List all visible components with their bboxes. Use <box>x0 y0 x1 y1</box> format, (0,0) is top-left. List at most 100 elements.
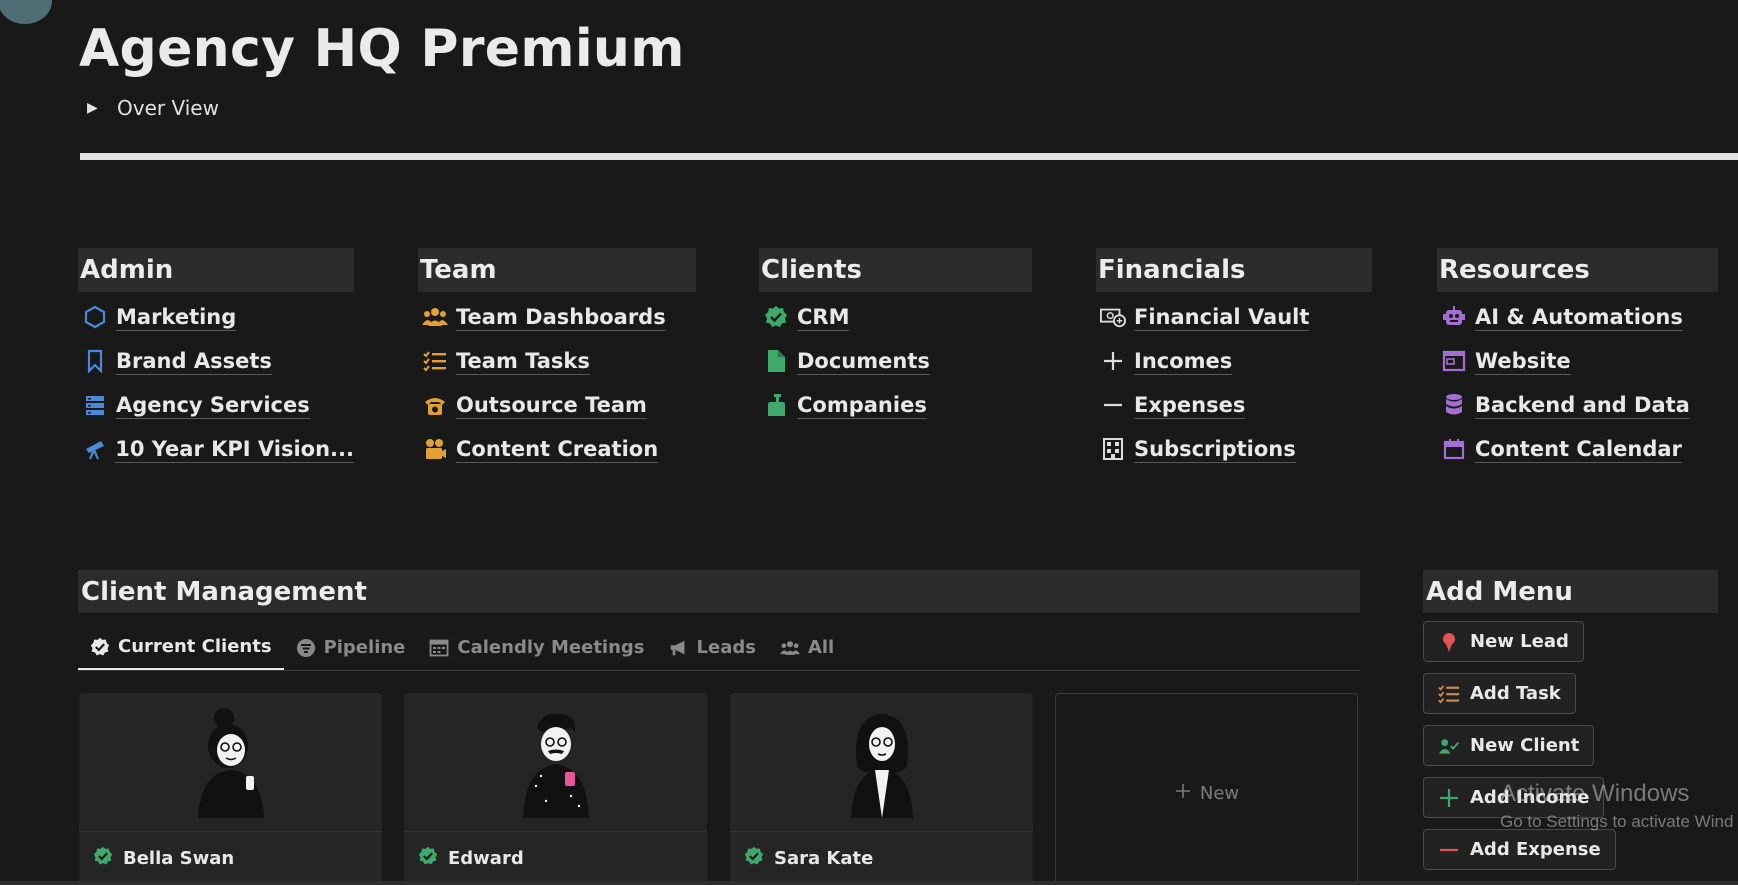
link-agency-services[interactable]: Agency Services <box>78 383 354 427</box>
link-outsource-team[interactable]: Outsource Team <box>418 383 696 427</box>
client-illustration <box>404 693 707 832</box>
telescope-icon <box>82 436 107 462</box>
link-website[interactable]: Website <box>1437 339 1718 383</box>
add-task-button[interactable]: Add Task <box>1423 673 1576 714</box>
link-label: Subscriptions <box>1134 436 1296 463</box>
telephone-icon <box>422 392 448 418</box>
link-kpi-vision[interactable]: 10 Year KPI Vision... <box>78 427 354 471</box>
link-crm[interactable]: CRM <box>759 295 1032 339</box>
user-pin-icon <box>1438 631 1460 653</box>
overview-toggle[interactable]: ▶ Over View <box>87 96 219 120</box>
people-group-icon <box>779 638 800 658</box>
client-view-tabs: Current Clients Pipeline Calendly Meetin… <box>78 625 1360 671</box>
link-label: Team Tasks <box>456 348 590 375</box>
link-label: Brand Assets <box>116 348 272 375</box>
link-team-tasks[interactable]: Team Tasks <box>418 339 696 383</box>
link-label: AI & Automations <box>1475 304 1683 331</box>
category-team: Team Team Dashboards Team Tasks Outsourc… <box>418 248 696 471</box>
link-brand-assets[interactable]: Brand Assets <box>78 339 354 383</box>
calendar-icon <box>1441 436 1467 462</box>
button-label: Add Task <box>1470 683 1561 704</box>
client-card[interactable]: Bella Swan <box>79 693 382 885</box>
plus-icon <box>1438 787 1460 809</box>
link-ai-automations[interactable]: AI & Automations <box>1437 295 1718 339</box>
link-label: Backend and Data <box>1475 392 1690 419</box>
calendar-grid-icon <box>429 638 449 658</box>
link-companies[interactable]: Companies <box>759 383 1032 427</box>
page-title: Agency HQ Premium <box>79 19 685 79</box>
toggle-label: Over View <box>117 96 219 120</box>
link-subscriptions[interactable]: Subscriptions <box>1096 427 1372 471</box>
caret-right-icon[interactable]: ▶ <box>87 100 101 116</box>
verified-badge-icon <box>90 637 110 657</box>
link-label: Content Creation <box>456 436 659 463</box>
document-icon <box>763 348 789 374</box>
link-label: Outsource Team <box>456 392 647 419</box>
link-incomes[interactable]: Incomes <box>1096 339 1372 383</box>
tab-all[interactable]: All <box>768 625 846 670</box>
button-label: Add Income <box>1470 787 1590 808</box>
client-card[interactable]: Sara Kate <box>730 693 1033 885</box>
building-icon <box>1100 436 1126 462</box>
category-financials: Financials Financial Vault Incomes Expen… <box>1096 248 1372 471</box>
link-label: Companies <box>797 392 927 419</box>
add-expense-button[interactable]: Add Expense <box>1423 829 1616 870</box>
client-illustration <box>79 693 382 832</box>
new-label: New <box>1199 782 1240 804</box>
link-label: 10 Year KPI Vision... <box>115 436 354 463</box>
link-expenses[interactable]: Expenses <box>1096 383 1372 427</box>
client-name: Bella Swan <box>79 832 382 885</box>
link-label: Documents <box>797 348 930 375</box>
category-clients: Clients CRM Documents Companies <box>759 248 1032 427</box>
client-name-label: Edward <box>448 848 524 869</box>
avatar[interactable] <box>0 0 52 24</box>
tab-label: Leads <box>696 637 756 658</box>
add-income-button[interactable]: Add Income <box>1423 777 1605 818</box>
new-client-card-button[interactable]: New <box>1055 693 1358 885</box>
link-label: Website <box>1475 348 1571 375</box>
minus-icon <box>1438 839 1460 861</box>
client-illustration <box>730 693 1033 832</box>
link-financial-vault[interactable]: Financial Vault <box>1096 295 1372 339</box>
category-heading: Financials <box>1096 248 1372 292</box>
button-label: Add Expense <box>1470 839 1601 860</box>
button-label: New Lead <box>1470 631 1569 652</box>
new-lead-button[interactable]: New Lead <box>1423 621 1584 662</box>
tab-leads[interactable]: Leads <box>657 625 768 670</box>
link-label: Agency Services <box>116 392 310 419</box>
category-resources: Resources AI & Automations Website Backe… <box>1437 248 1718 471</box>
link-documents[interactable]: Documents <box>759 339 1032 383</box>
tab-current-clients[interactable]: Current Clients <box>78 625 284 670</box>
link-content-creation[interactable]: Content Creation <box>418 427 696 471</box>
client-card[interactable]: Edward <box>404 693 707 885</box>
browser-window-icon <box>1441 348 1467 374</box>
link-label: Marketing <box>116 304 237 331</box>
button-label: New Client <box>1470 735 1580 756</box>
link-marketing[interactable]: Marketing <box>78 295 354 339</box>
minus-icon <box>1100 392 1126 418</box>
link-label: Financial Vault <box>1134 304 1310 331</box>
link-team-dashboards[interactable]: Team Dashboards <box>418 295 696 339</box>
link-content-calendar[interactable]: Content Calendar <box>1437 427 1718 471</box>
horizontal-scrollbar[interactable] <box>0 881 1738 885</box>
soap-bottle-icon <box>763 392 789 418</box>
new-client-button[interactable]: New Client <box>1423 725 1595 766</box>
tab-calendly-meetings[interactable]: Calendly Meetings <box>417 625 656 670</box>
bookmark-icon <box>82 348 108 374</box>
add-menu-heading: Add Menu <box>1423 570 1718 613</box>
verified-badge-icon <box>763 304 789 330</box>
user-check-icon <box>1438 735 1460 757</box>
verified-badge-icon <box>93 846 113 871</box>
divider <box>80 153 1738 160</box>
verified-badge-icon <box>418 846 438 871</box>
link-label: Team Dashboards <box>456 304 666 331</box>
client-name-label: Bella Swan <box>123 848 235 869</box>
plus-icon <box>1174 782 1192 805</box>
category-heading: Resources <box>1437 248 1718 292</box>
client-name: Sara Kate <box>730 832 1033 885</box>
link-backend-data[interactable]: Backend and Data <box>1437 383 1718 427</box>
client-name: Edward <box>404 832 707 885</box>
category-admin: Admin Marketing Brand Assets Agency Serv… <box>78 248 354 471</box>
link-label: Expenses <box>1134 392 1246 419</box>
tab-pipeline[interactable]: Pipeline <box>284 625 418 670</box>
